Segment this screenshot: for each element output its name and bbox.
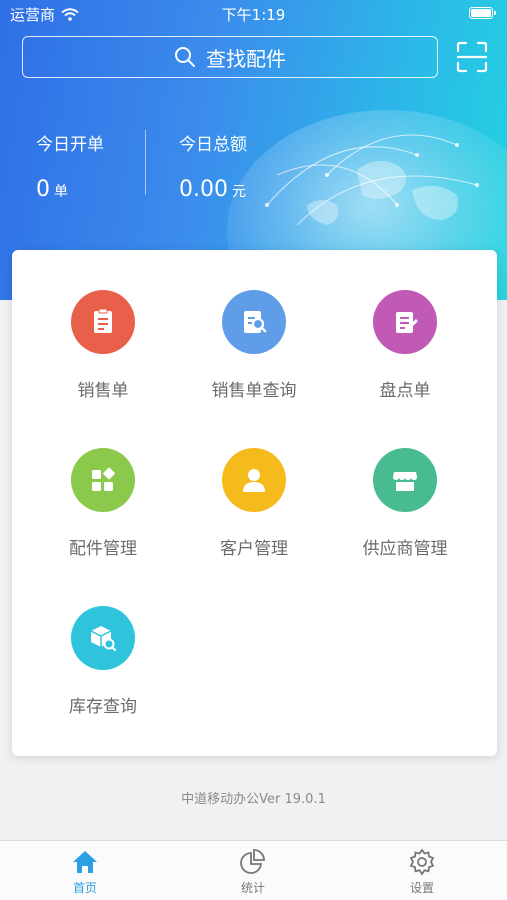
tab-label: 首页 [72,881,97,895]
menu-item-label: 盘点单 [379,381,431,401]
menu-item-label: 销售单 [77,381,129,401]
search-input[interactable]: 查找配件 [22,36,438,78]
sales-query-icon [244,311,267,333]
inventory-count-icon [396,312,418,333]
search-icon [175,47,195,67]
today-orders-label: 今日开单 [36,135,104,155]
status-bar: 运营商 下午1:19 [0,0,507,28]
tab-statistics[interactable]: 统计 [193,847,313,896]
battery-icon [469,7,496,19]
stock-query-icon [90,626,117,652]
tab-bar: 首页 统计 设置 [0,840,507,900]
home-icon [73,851,97,873]
today-total-unit: 元 [231,184,246,200]
menu-item-inventory-count[interactable]: 盘点单 [330,290,480,401]
scan-icon [456,41,488,73]
stat-divider [145,130,146,195]
today-orders-value: 0 [36,177,50,202]
tab-home[interactable]: 首页 [25,847,145,896]
menu-item-sales-query[interactable]: 销售单查询 [179,290,329,401]
menu-item-label: 供应商管理 [362,539,448,559]
menu-item-sales-order[interactable]: 销售单 [28,290,178,401]
menu-item-label: 客户管理 [220,539,288,559]
version-text: 中道移动办公Ver 19.0.1 [181,792,326,807]
menu-item-label: 库存查询 [69,697,137,717]
world-map-graphic [265,134,479,226]
tab-label: 设置 [409,881,434,895]
pie-chart-icon [240,849,265,874]
sales-order-icon [94,308,112,333]
gear-icon [409,848,435,876]
parts-management-icon [92,467,115,491]
menu-item-parts-management[interactable]: 配件管理 [28,448,178,559]
tab-label: 统计 [240,881,265,895]
menu-item-customer-management[interactable]: 客户管理 [179,448,329,559]
today-total-value: 0.00 [179,177,228,202]
status-time: 下午1:19 [221,6,286,24]
menu-card: 销售单 销售单查询 盘点单 配件管理 客户管理 供应商管理 库存查询 [12,250,497,756]
search-placeholder: 查找配件 [206,46,286,71]
tab-settings[interactable]: 设置 [362,847,482,896]
customer-icon [243,469,265,492]
menu-item-label: 销售单查询 [211,381,297,401]
today-orders-unit: 单 [54,184,68,200]
today-total-label: 今日总额 [179,135,247,155]
today-orders-stat: 今日开单 0单 [36,130,104,202]
supplier-store-icon [393,472,417,491]
scan-button[interactable] [455,40,489,74]
menu-item-label: 配件管理 [69,539,137,559]
menu-item-stock-query[interactable]: 库存查询 [28,606,178,717]
today-total-stat: 今日总额 0.00 元 [179,130,247,202]
menu-item-supplier-management[interactable]: 供应商管理 [330,448,480,559]
